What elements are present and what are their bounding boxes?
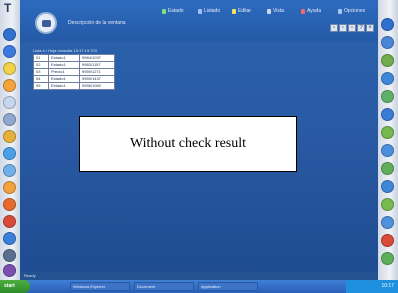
table-cell: Estado1 [48,82,80,90]
left-toolbar: T [0,0,20,280]
text-tool-icon[interactable]: T [4,1,11,15]
table-row[interactable]: 02 Estado1 9983/1157 [33,61,115,69]
filter-tool-icon[interactable] [381,180,394,193]
list-tool-icon[interactable] [381,162,394,175]
status-text: Ready [24,273,36,278]
table-caption: Lista 4 / Hoja consulta 10:17:13.703 [33,48,97,53]
close-button[interactable]: × [366,24,374,32]
taskbar-item[interactable]: Application [198,282,258,291]
menu-label: Opciones [344,8,366,14]
print-tool-icon[interactable] [381,216,394,229]
menu-item-listado[interactable]: Listado [198,6,220,16]
table-cell: Precio1 [48,68,80,76]
export-tool-icon[interactable] [381,198,394,211]
check-tool-icon[interactable] [381,126,394,139]
select-tool-icon[interactable] [3,96,16,109]
table-cell: Estado1 [48,54,80,62]
app-window: T Estado Listado Editar Vista Ayuda Opci… [0,0,398,293]
line-tool-icon[interactable] [3,164,16,177]
view-icon [267,8,271,14]
zoom-in-icon[interactable] [381,18,394,31]
table-row[interactable]: 05 Estado1 9956/1060 [33,82,115,90]
menu-label: Ayuda [307,8,322,14]
table-cell: 9956/1060 [79,82,115,90]
taskbar-item[interactable]: Windows Explorer [70,282,130,291]
settings-tool-icon[interactable] [3,249,16,262]
table-cell: 9959/1271 [79,68,115,76]
table-cell: 02 [33,61,49,69]
ok-tool-icon[interactable] [381,252,394,265]
clock: 10:17 [381,283,394,289]
annotation-box: Without check result [79,116,297,172]
window-subtitle: Descripción de la ventana [68,20,126,26]
page-tool-icon[interactable] [381,72,394,85]
menu-label: Listado [204,8,221,14]
chart-tool-icon[interactable] [381,90,394,103]
table-row[interactable]: 03 Precio1 9959/1271 [33,68,115,76]
table-cell: Estado1 [48,75,80,83]
menu-item-estado[interactable]: Estado [162,6,184,16]
menu-label: Estado [168,8,184,14]
plus-tool-icon[interactable] [3,45,16,58]
table-cell: 9984/1037 [79,54,115,62]
drop-tool-icon[interactable] [3,232,16,245]
app-logo-icon[interactable] [35,12,57,34]
taskbar-item[interactable]: Document [134,282,194,291]
eraser-tool-icon[interactable] [3,198,16,211]
results-table: 01 Estado1 9984/1037 02 Estado1 9983/1157 03 Pr… [33,54,115,90]
list-icon [198,8,202,14]
highlight-tool-icon[interactable] [3,62,16,75]
system-tray: 10:17 [346,280,398,293]
status-bar: Ready [20,272,378,280]
alert-tool-icon[interactable] [381,234,394,247]
menu-label: Editar [238,8,252,14]
annotation-text: Without check result [129,136,247,151]
table-cell: 03 [33,68,49,76]
exit-tool-icon[interactable] [3,264,16,277]
right-toolbar [378,0,398,280]
marker-tool-icon[interactable] [3,181,16,194]
window-control-1[interactable]: ▫ [330,24,338,32]
grid-tool-icon[interactable] [381,108,394,121]
menu-bar: Estado Listado Editar Vista Ayuda Opcion… [20,6,378,16]
menu-item-editar[interactable]: Editar [232,6,251,16]
status-icon [162,8,166,14]
taskbar: start Windows Explorer Document Applicat… [0,280,398,293]
menu-item-vista[interactable]: Vista [267,6,284,16]
table-cell: 9983/1157 [79,61,115,69]
table-cell: 04 [33,75,49,83]
arrow-tool-icon[interactable] [3,28,16,41]
record-tool-icon[interactable] [3,215,16,228]
help-button[interactable]: ? [357,24,365,32]
table-cell: Estado1 [48,61,80,69]
window-control-3[interactable]: ▫ [348,24,356,32]
menu-item-opciones[interactable]: Opciones [338,6,365,16]
table-cell: 9959/1437 [79,75,115,83]
help-icon [301,8,305,14]
window-control-2[interactable]: ▫ [339,24,347,32]
start-button[interactable]: start [0,280,30,293]
stamp-tool-icon[interactable] [3,130,16,143]
table-tool-icon[interactable] [381,144,394,157]
menu-item-ayuda[interactable]: Ayuda [301,6,321,16]
results-table-panel: Lista 4 / Hoja consulta 10:17:13.703 01 E… [33,48,115,90]
table-row[interactable]: 04 Estado1 9959/1437 [33,75,115,83]
zoom-out-icon[interactable] [381,36,394,49]
circle-tool-icon[interactable] [3,147,16,160]
menu-label: Vista [273,8,285,14]
table-cell: 01 [33,54,49,62]
window-controls: ▫ ▫ ▫ ? × [330,24,374,32]
pencil-tool-icon[interactable] [3,79,16,92]
table-row[interactable]: 01 Estado1 9984/1037 [33,54,115,62]
hand-tool-icon[interactable] [3,113,16,126]
green-tool-icon[interactable] [381,54,394,67]
table-cell: 05 [33,82,49,90]
options-icon [338,8,342,14]
edit-icon [232,8,236,14]
